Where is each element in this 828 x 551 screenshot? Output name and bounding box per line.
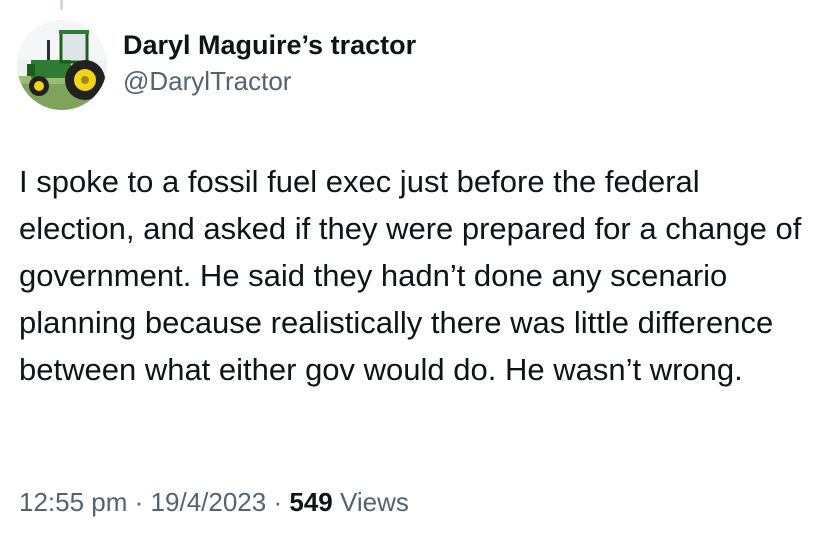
views-count[interactable]: 549 xyxy=(289,487,332,517)
tweet-metadata: 12:55 pm · 19/4/2023 · 549 Views xyxy=(19,484,409,520)
thread-connector-line xyxy=(60,0,63,10)
tractor-avatar-icon xyxy=(17,20,107,110)
avatar[interactable] xyxy=(17,20,107,110)
tweet-date[interactable]: 19/4/2023 xyxy=(151,487,267,517)
author-display-name[interactable]: Daryl Maguire’s tractor xyxy=(123,28,416,62)
meta-separator: · xyxy=(134,487,144,517)
meta-separator: · xyxy=(273,487,283,517)
views-label[interactable]: Views xyxy=(340,487,409,517)
tweet-time[interactable]: 12:55 pm xyxy=(19,487,127,517)
tweet-text: I spoke to a fossil fuel exec just befor… xyxy=(19,164,802,387)
author-handle[interactable]: @DarylTractor xyxy=(123,64,416,98)
tweet-author[interactable]: Daryl Maguire’s tractor @DarylTractor xyxy=(123,28,416,98)
